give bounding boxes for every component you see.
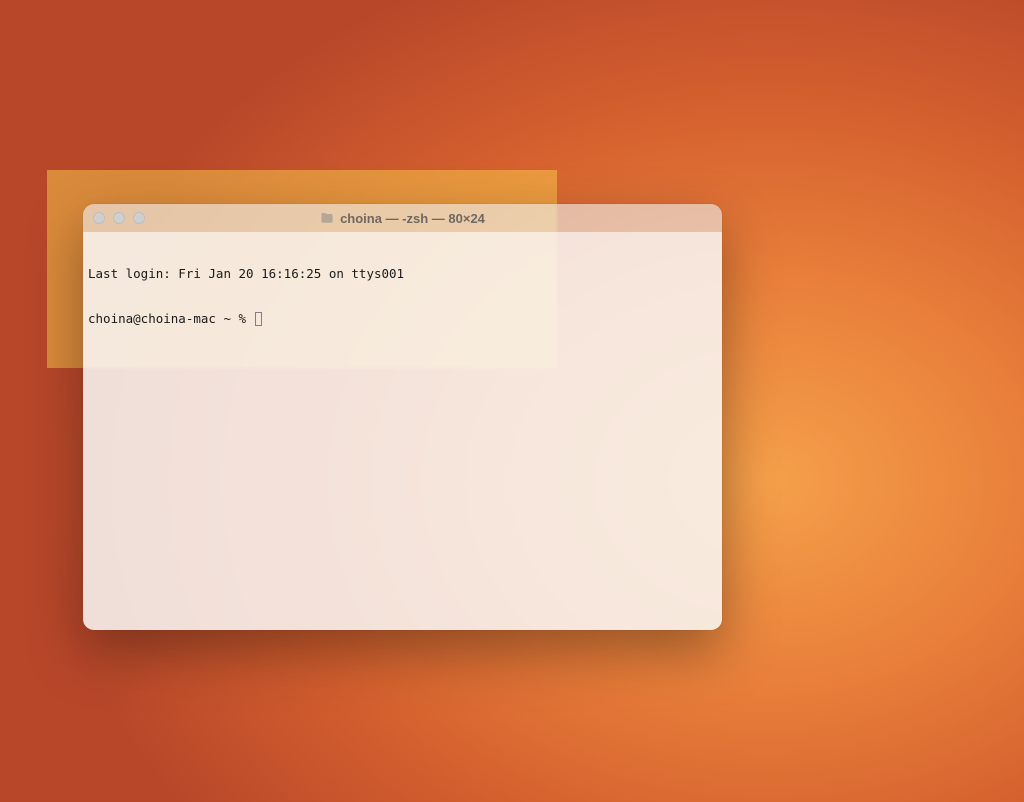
window-controls bbox=[83, 212, 145, 224]
prompt-row: choina@choina-mac ~ % bbox=[88, 311, 717, 326]
shell-prompt: choina@choina-mac ~ % bbox=[88, 311, 254, 326]
window-title: choina — -zsh — 80×24 bbox=[340, 211, 485, 226]
titlebar[interactable]: choina — -zsh — 80×24 bbox=[83, 204, 722, 232]
cursor-icon bbox=[255, 312, 262, 326]
minimize-button[interactable] bbox=[113, 212, 125, 224]
terminal-window[interactable]: choina — -zsh — 80×24 Last login: Fri Ja… bbox=[83, 204, 722, 630]
zoom-button[interactable] bbox=[133, 212, 145, 224]
close-button[interactable] bbox=[93, 212, 105, 224]
folder-icon bbox=[320, 212, 334, 224]
last-login-line: Last login: Fri Jan 20 16:16:25 on ttys0… bbox=[88, 266, 717, 281]
terminal-content[interactable]: Last login: Fri Jan 20 16:16:25 on ttys0… bbox=[83, 232, 722, 630]
